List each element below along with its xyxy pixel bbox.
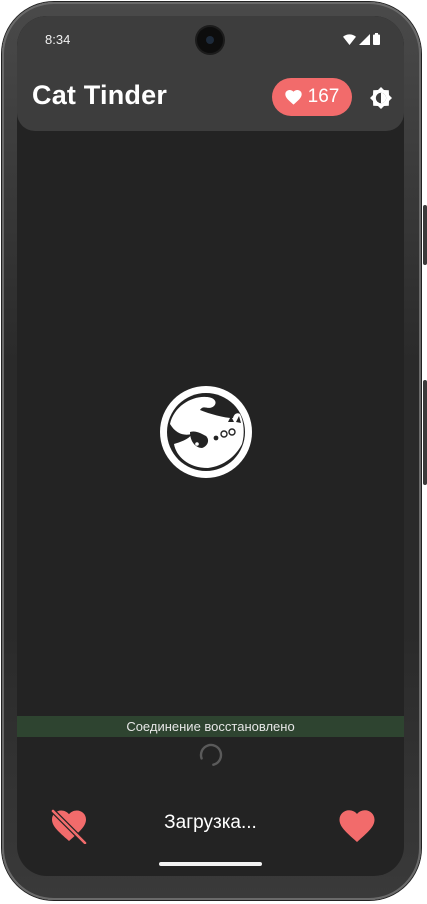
- signal-icon: [359, 33, 370, 45]
- cat-logo: [160, 386, 252, 478]
- power-button: [423, 205, 427, 265]
- battery-icon: [373, 33, 380, 45]
- connection-snackbar: Соединение восстановлено: [17, 716, 404, 737]
- like-button[interactable]: [335, 804, 379, 848]
- device-frame: 8:34 Cat Tinder 167 Соединение восстанов…: [0, 0, 427, 904]
- heart-broken-icon: [51, 809, 87, 844]
- top-app-bar: 8:34 Cat Tinder 167: [17, 16, 404, 131]
- wifi-icon: [343, 33, 356, 45]
- status-icons: [343, 32, 380, 46]
- loading-spinner: [199, 743, 223, 767]
- volume-button: [423, 380, 427, 485]
- theme-toggle-button[interactable]: [367, 84, 395, 112]
- front-camera: [197, 27, 223, 53]
- status-time: 8:34: [45, 32, 71, 47]
- heart-icon: [284, 89, 302, 105]
- likes-counter[interactable]: 167: [272, 78, 352, 116]
- likes-count: 167: [307, 86, 340, 107]
- loading-status-text: Загрузка...: [164, 812, 257, 833]
- dislike-button[interactable]: [47, 804, 91, 848]
- app-title: Cat Tinder: [32, 80, 168, 110]
- home-indicator[interactable]: [159, 862, 262, 866]
- status-bar: 8:34: [17, 16, 404, 64]
- heart-icon: [339, 810, 375, 842]
- screen: 8:34 Cat Tinder 167 Соединение восстанов…: [17, 16, 404, 876]
- brightness-icon: [370, 87, 392, 109]
- snackbar-message: Соединение восстановлено: [126, 719, 295, 734]
- bottom-action-bar: Загрузка...: [17, 796, 404, 866]
